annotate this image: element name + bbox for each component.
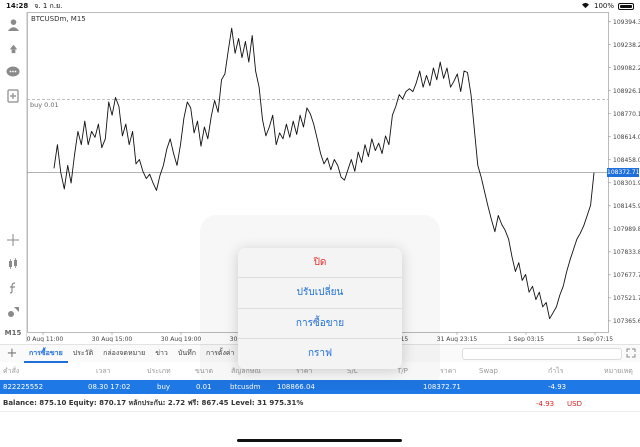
trade-button[interactable]: การซื้อขาย xyxy=(238,309,402,339)
y-tick-label: 107521.70 xyxy=(613,295,640,302)
search-input[interactable] xyxy=(462,347,622,360)
header-order: คำสั่ง xyxy=(3,366,20,375)
position-context-menu: ปิด ปรับเปลี่ยน การซื้อขาย กราฟ xyxy=(238,248,402,369)
y-tick-label: 107833.80 xyxy=(613,249,640,256)
tab-trade[interactable]: การซื้อขาย xyxy=(24,345,68,363)
tab-journal[interactable]: บันทึก xyxy=(173,348,201,359)
expand-icon[interactable] xyxy=(626,348,636,360)
timeframe-button[interactable]: M15 xyxy=(5,324,22,342)
tab-history[interactable]: ประวัติ xyxy=(68,348,98,359)
chart-symbol-label: BTCUSDm, M15 xyxy=(31,15,86,23)
x-tick-label: 30 Aug 11:00 xyxy=(27,336,63,342)
header-current: ราคา xyxy=(440,366,457,375)
balance-row: Balance: 875.10 Equity: 870.17 หลักประกั… xyxy=(0,396,640,412)
objects-icon[interactable] xyxy=(0,300,27,324)
tabs-right xyxy=(462,347,640,360)
row-profit: -4.93 xyxy=(548,383,567,391)
total-profit: -4.93 xyxy=(536,399,555,408)
tab-news[interactable]: ข่าว xyxy=(150,348,173,359)
account-icon[interactable] xyxy=(0,12,27,36)
wifi-icon xyxy=(581,2,590,11)
add-icon[interactable]: + xyxy=(0,346,24,361)
header-swap: Swap xyxy=(479,367,498,375)
chart-toolbar: M15 xyxy=(0,12,27,342)
y-tick-label: 107677.75 xyxy=(613,272,640,279)
x-tick-label: 30 Aug 15:00 xyxy=(92,336,133,342)
header-comment: หมายเหตุ xyxy=(604,366,633,375)
y-tick-label: 108301.95 xyxy=(613,180,640,187)
y-tick-label: 107989.85 xyxy=(613,226,640,233)
y-tick-label: 108926.15 xyxy=(613,88,640,95)
battery-icon xyxy=(618,2,634,10)
status-date: จ. 1 ก.ย. xyxy=(34,1,63,10)
header-profit: กำไร xyxy=(548,366,564,375)
y-tick-label: 108614.05 xyxy=(613,134,640,141)
y-tick-label: 108770.10 xyxy=(613,111,640,118)
current-price-tag: 108372.71 xyxy=(607,167,640,177)
x-tick-label: 1 Sep 07:15 xyxy=(577,336,613,342)
new-order-icon[interactable] xyxy=(0,84,27,108)
x-tick-label: 31 Aug 23:15 xyxy=(437,336,478,342)
modify-position-button[interactable]: ปรับเปลี่ยน xyxy=(238,278,402,309)
y-tick-label: 109394.30 xyxy=(613,19,640,26)
x-tick-label: 1 Sep 03:15 xyxy=(508,336,544,342)
y-tick-label: 108145.90 xyxy=(613,203,640,210)
row-time: 08.30 17:02 xyxy=(88,383,131,391)
status-bar: 14:28 จ. 1 ก.ย. 100% xyxy=(0,0,640,12)
y-tick-label: 108458.00 xyxy=(613,157,640,164)
battery-percent: 100% xyxy=(593,2,614,10)
row-type: buy xyxy=(157,383,171,391)
row-order: 822225552 xyxy=(3,383,44,391)
balance-summary: Balance: 875.10 Equity: 870.17 หลักประกั… xyxy=(3,399,304,407)
y-tick-label: 109238.25 xyxy=(613,42,640,49)
chat-icon[interactable] xyxy=(0,60,27,84)
status-right: 100% xyxy=(581,2,634,11)
chart-button[interactable]: กราฟ xyxy=(238,339,402,369)
status-time: 14:28 xyxy=(6,2,29,10)
profit-currency: USD xyxy=(567,399,582,408)
home-indicator[interactable] xyxy=(237,439,402,442)
trade-icon[interactable] xyxy=(0,36,27,60)
function-icon[interactable] xyxy=(0,276,27,300)
header-type: ประเภท xyxy=(147,366,171,375)
buy-line-label: buy 0.01 xyxy=(30,101,59,109)
header-time: เวลา xyxy=(96,366,111,375)
y-tick-label: 107365.65 xyxy=(613,318,640,325)
y-tick-label: 109082.20 xyxy=(613,65,640,72)
x-tick-label: 30 Aug 19:00 xyxy=(161,336,202,342)
crosshair-icon[interactable] xyxy=(0,228,27,252)
close-position-button[interactable]: ปิด xyxy=(238,248,402,279)
indicators-icon[interactable] xyxy=(0,252,27,276)
tab-mailbox[interactable]: กล่องจดหมาย xyxy=(98,348,150,359)
